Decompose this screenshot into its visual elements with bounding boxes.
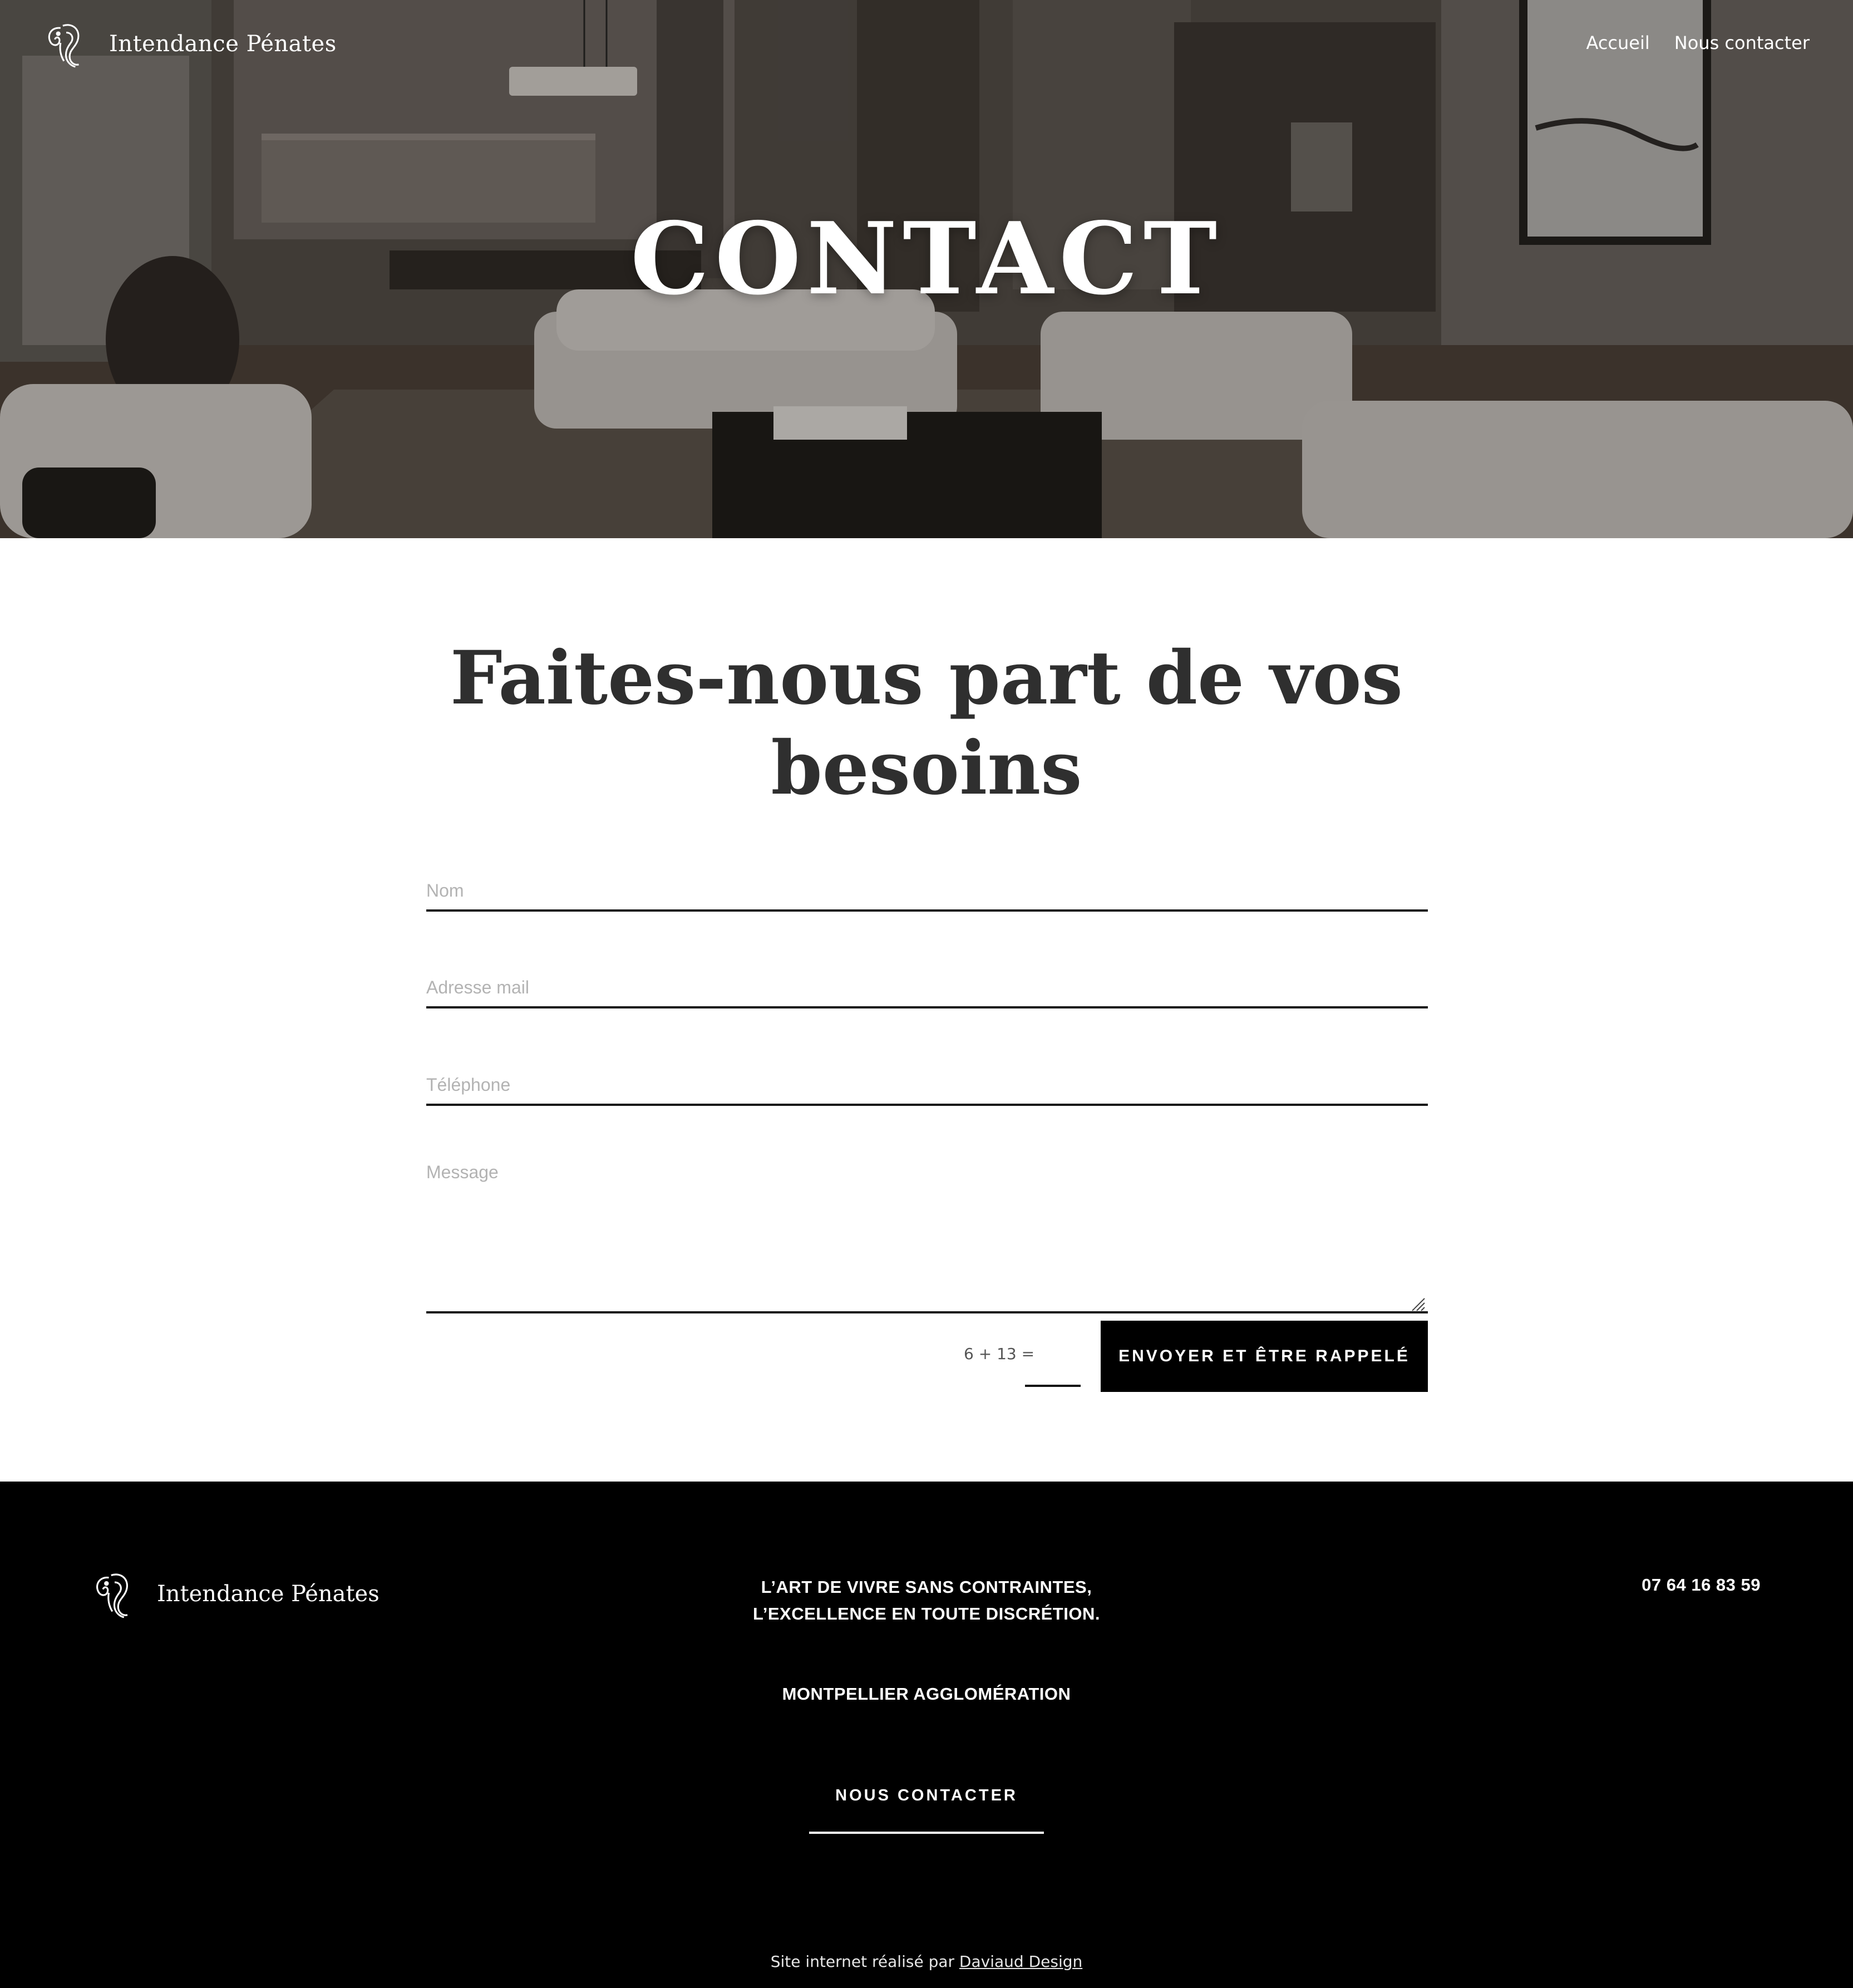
- email-field-wrapper: [426, 968, 1428, 1008]
- footer-tagline-line2: L’EXCELLENCE EN TOUTE DISCRÉTION.: [753, 1604, 1100, 1623]
- hero-title: CONTACT: [630, 200, 1223, 317]
- submit-button[interactable]: ENVOYER ET ÊTRE RAPPELÉ: [1101, 1321, 1428, 1392]
- footer-credit: Site internet réalisé par Daviaud Design: [0, 1952, 1853, 1971]
- form-heading: Faites-nous part de vos besoins: [0, 633, 1853, 814]
- brand-name: Intendance Pénates: [109, 31, 337, 57]
- footer-tagline-line1: L’ART DE VIVRE SANS CONTRAINTES,: [761, 1577, 1092, 1597]
- footer-contact-link[interactable]: NOUS CONTACTER: [809, 1787, 1044, 1834]
- message-field-wrapper: [426, 1162, 1428, 1316]
- phone-field-wrapper: [426, 1066, 1428, 1106]
- nav-link-accueil[interactable]: Accueil: [1586, 32, 1650, 53]
- hero-banner: Intendance Pénates Accueil Nous contacte…: [0, 0, 1853, 538]
- nav-link-nous-contacter[interactable]: Nous contacter: [1674, 32, 1810, 53]
- name-input[interactable]: [426, 872, 1428, 912]
- phone-input[interactable]: [426, 1066, 1428, 1106]
- header-brand[interactable]: Intendance Pénates: [43, 20, 337, 68]
- form-heading-line2: besoins: [771, 725, 1082, 811]
- email-input[interactable]: [426, 968, 1428, 1008]
- credit-link[interactable]: Daviaud Design: [959, 1952, 1082, 1971]
- name-field-wrapper: [426, 872, 1428, 912]
- footer-tagline: L’ART DE VIVRE SANS CONTRAINTES, L’EXCEL…: [0, 1574, 1853, 1627]
- message-textarea[interactable]: [426, 1162, 1428, 1313]
- resize-handle-icon[interactable]: [1411, 1297, 1426, 1312]
- footer-phone[interactable]: 07 64 16 83 59: [1642, 1575, 1761, 1595]
- main-nav: Accueil Nous contacter: [1586, 32, 1810, 53]
- credit-prefix: Site internet réalisé par: [770, 1952, 955, 1971]
- site-footer: Intendance Pénates L’ART DE VIVRE SANS C…: [0, 1482, 1853, 1988]
- captcha-question: 6 + 13 =: [964, 1345, 1035, 1363]
- footer-location: MONTPELLIER AGGLOMÉRATION: [782, 1684, 1071, 1704]
- captcha-answer-input[interactable]: [1025, 1336, 1081, 1387]
- form-heading-line1: Faites-nous part de vos: [450, 635, 1403, 721]
- penates-logo-icon: [48, 24, 80, 68]
